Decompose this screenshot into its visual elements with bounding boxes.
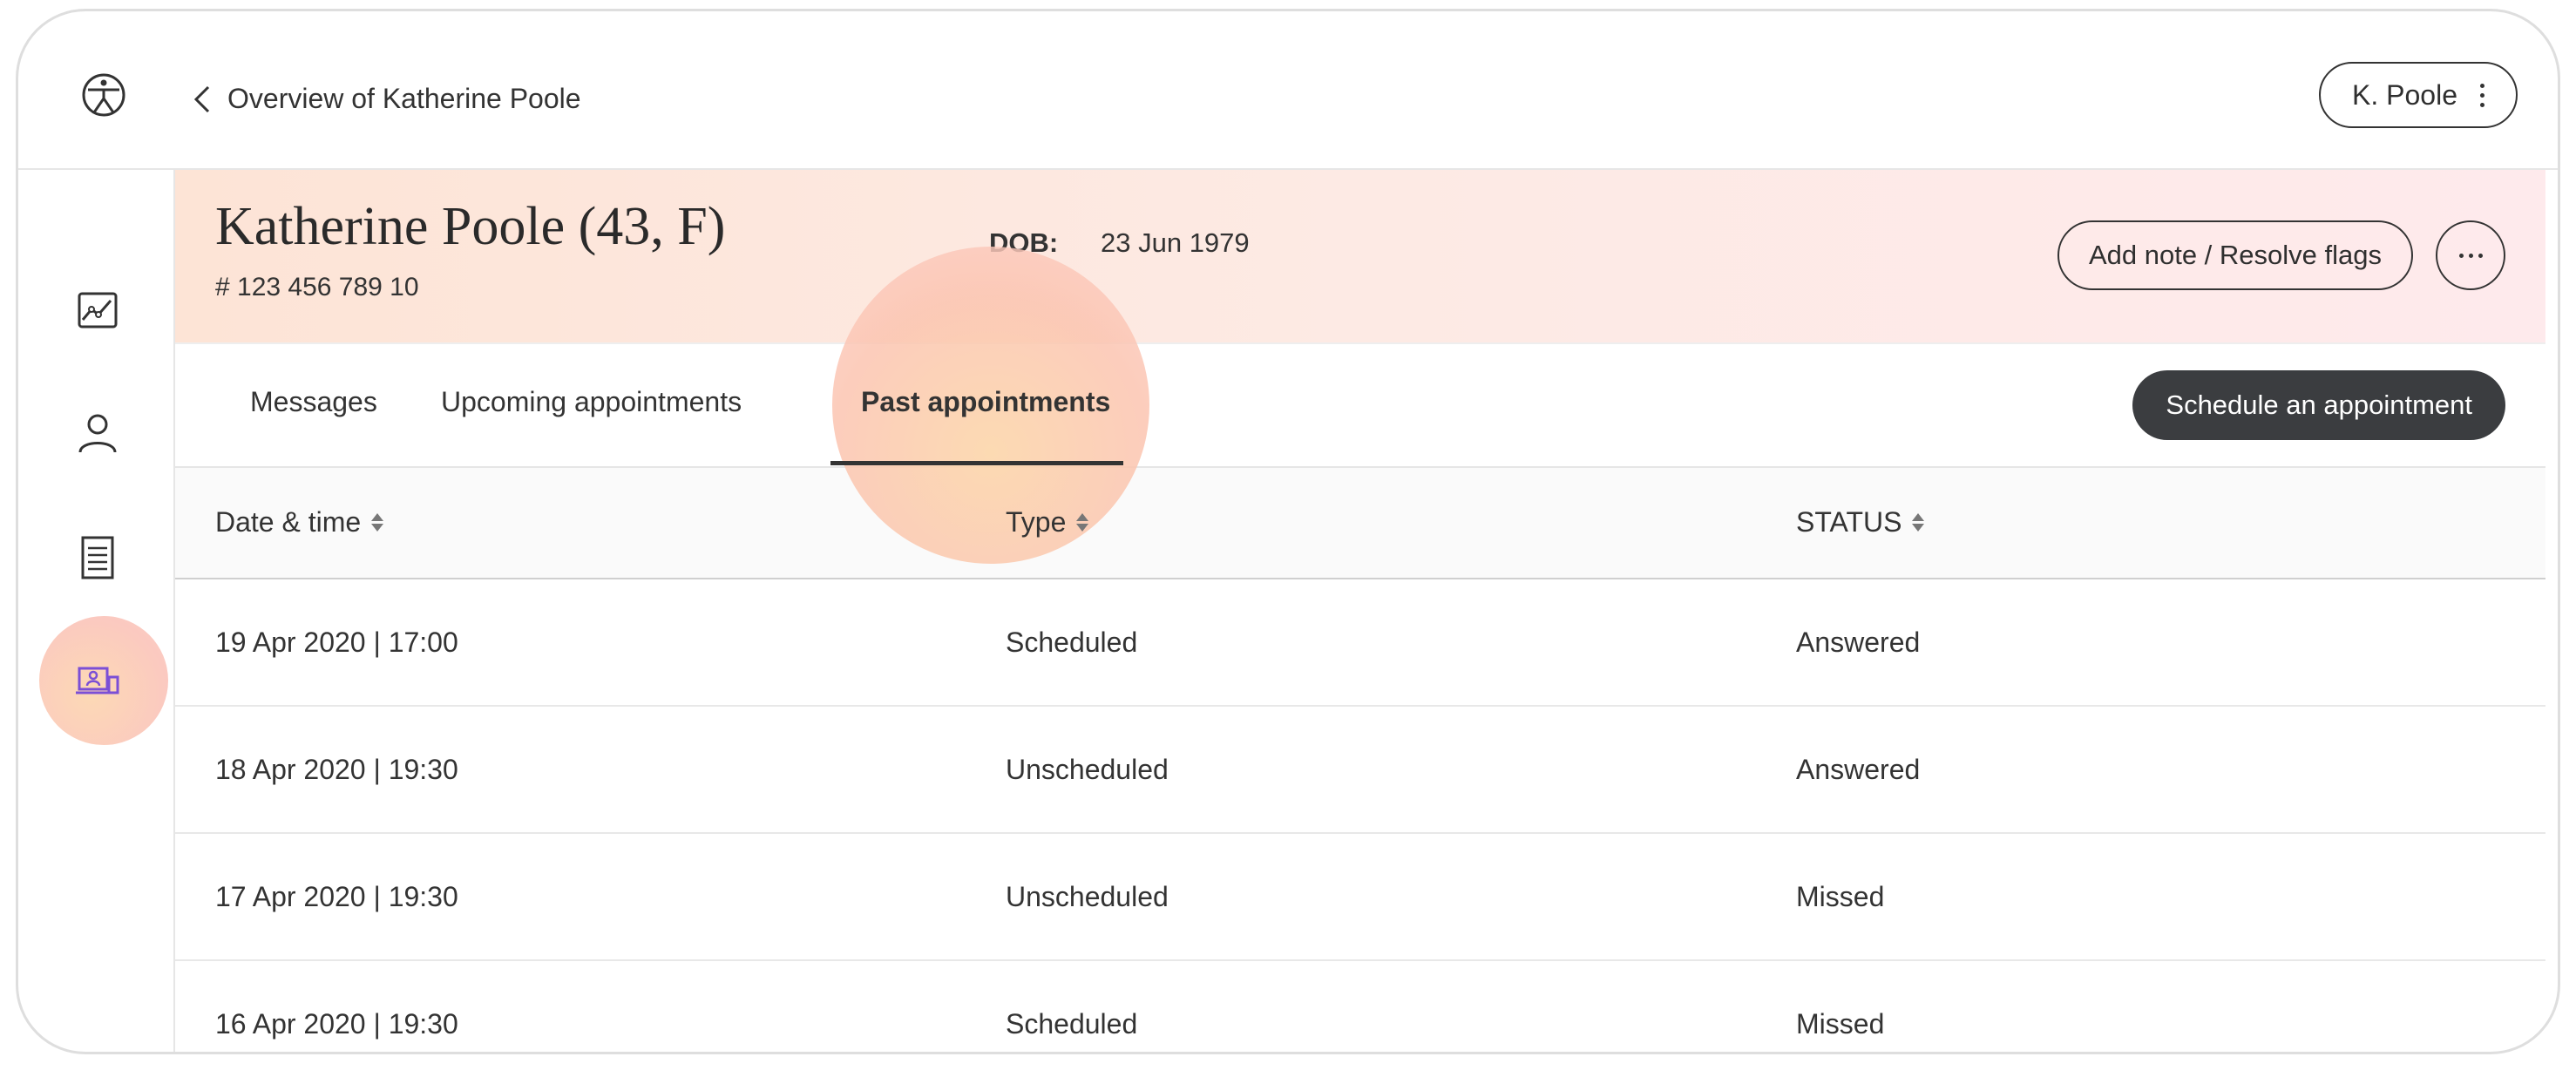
cell-date-time: 19 Apr 2020 | 17:00 <box>215 627 458 658</box>
cell-status: Missed <box>1796 881 1885 912</box>
sort-icon <box>371 513 384 532</box>
cell-date-time: 18 Apr 2020 | 19:30 <box>215 754 458 785</box>
column-date-time[interactable]: Date & time <box>215 506 384 538</box>
table-row[interactable]: 16 Apr 2020 | 19:30 Scheduled Missed <box>175 961 2545 1052</box>
patient-id: # 123 456 789 10 <box>215 273 419 301</box>
dob-value: 23 Jun 1979 <box>1101 227 1250 258</box>
top-bar: Overview of Katherine Poole K. Poole <box>18 11 2558 170</box>
more-options-button[interactable] <box>2436 220 2505 290</box>
add-note-button[interactable]: Add note / Resolve flags <box>2057 220 2413 290</box>
chevron-left-icon <box>193 85 210 112</box>
tab-past-appointments[interactable]: Past appointments <box>861 386 1110 418</box>
app-window: Overview of Katherine Poole K. Poole Kat… <box>16 9 2560 1054</box>
schedule-appointment-button[interactable]: Schedule an appointment <box>2132 370 2505 440</box>
cell-status: Answered <box>1796 754 1921 785</box>
cell-date-time: 17 Apr 2020 | 19:30 <box>215 881 458 912</box>
kebab-menu-icon <box>2480 83 2484 107</box>
tab-upcoming-appointments[interactable]: Upcoming appointments <box>441 386 742 418</box>
user-icon[interactable] <box>72 409 123 459</box>
cell-date-time: 16 Apr 2020 | 19:30 <box>215 1008 458 1040</box>
cell-type: Unscheduled <box>1006 881 1169 912</box>
document-icon[interactable] <box>72 532 123 583</box>
cell-status: Answered <box>1796 627 1921 658</box>
back-link-label: Overview of Katherine Poole <box>227 83 581 114</box>
table-header: Date & time Type STATUS <box>175 468 2545 579</box>
cell-type: Scheduled <box>1006 627 1138 658</box>
column-type[interactable]: Type <box>1006 506 1089 538</box>
table-row[interactable]: 17 Apr 2020 | 19:30 Unscheduled Missed <box>175 834 2545 961</box>
more-horizontal-icon <box>2458 253 2464 258</box>
sidebar <box>18 170 175 1052</box>
back-link[interactable]: Overview of Katherine Poole <box>193 83 581 115</box>
tab-bar: Messages Upcoming appointments Past appo… <box>175 344 2545 468</box>
sort-icon <box>1912 513 1925 532</box>
patient-banner: Katherine Poole (43, F) # 123 456 789 10… <box>175 170 2545 344</box>
cell-status: Missed <box>1796 1008 1885 1040</box>
user-menu-button[interactable]: K. Poole <box>2319 62 2518 128</box>
cell-type: Scheduled <box>1006 1008 1138 1040</box>
patient-name: Katherine Poole (43, F) <box>215 197 726 256</box>
appointments-table: Date & time Type STATUS 19 Apr 2020 | 17… <box>175 468 2545 1052</box>
chart-icon[interactable] <box>72 285 123 335</box>
table-row[interactable]: 18 Apr 2020 | 19:30 Unscheduled Answered <box>175 707 2545 834</box>
table-row[interactable]: 19 Apr 2020 | 17:00 Scheduled Answered <box>175 579 2545 707</box>
user-name: K. Poole <box>2352 78 2457 111</box>
column-status[interactable]: STATUS <box>1796 506 1925 538</box>
video-appointment-icon[interactable] <box>72 656 123 707</box>
tab-messages[interactable]: Messages <box>250 386 377 418</box>
sort-icon <box>1076 513 1089 532</box>
logo-icon[interactable] <box>81 72 126 118</box>
cell-type: Unscheduled <box>1006 754 1169 785</box>
active-tab-underline <box>830 461 1123 465</box>
